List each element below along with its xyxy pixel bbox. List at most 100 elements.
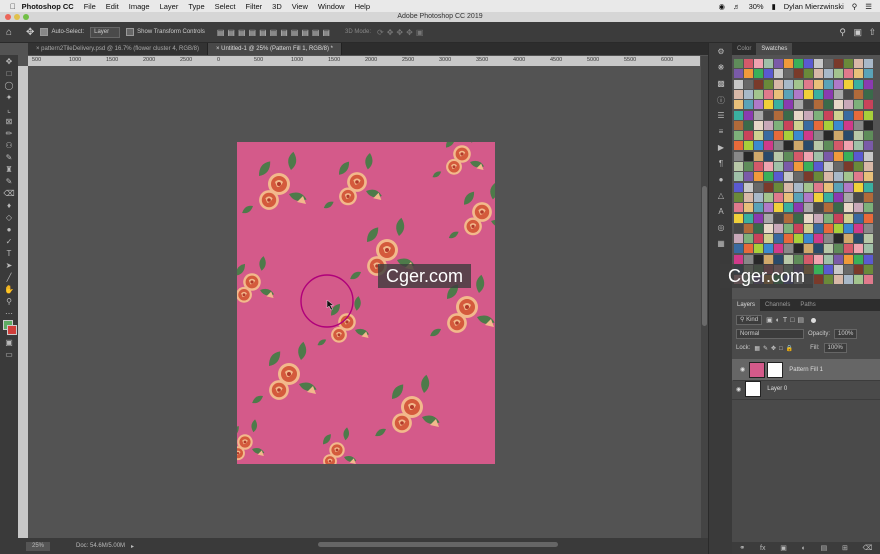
- swatch-cell[interactable]: [794, 182, 803, 192]
- swatch-cell[interactable]: [834, 254, 843, 264]
- swatch-cell[interactable]: [824, 131, 833, 141]
- swatch-cell[interactable]: [744, 172, 753, 182]
- swatch-cell[interactable]: [854, 192, 863, 202]
- swatch-cell[interactable]: [854, 79, 863, 89]
- swatch-cell[interactable]: [814, 162, 823, 171]
- swatch-cell[interactable]: [854, 275, 863, 285]
- swatch-cell[interactable]: [814, 234, 823, 244]
- swatch-cell[interactable]: [754, 79, 763, 89]
- swatch-cell[interactable]: [864, 79, 873, 89]
- swatch-cell[interactable]: [844, 100, 853, 110]
- swatch-cell[interactable]: [814, 151, 823, 161]
- swatch-cell[interactable]: [774, 120, 783, 130]
- filter-icons[interactable]: ▣◐T□▤: [766, 316, 807, 324]
- swatch-cell[interactable]: [824, 79, 833, 89]
- swatch-cell[interactable]: [744, 79, 753, 89]
- swatch-cell[interactable]: [784, 182, 793, 192]
- swatch-cell[interactable]: [854, 182, 863, 192]
- visibility-eye-icon[interactable]: ◉: [736, 386, 741, 393]
- swatch-cell[interactable]: [864, 265, 873, 274]
- brush-tool-icon[interactable]: ✎: [2, 152, 16, 163]
- learn-icon[interactable]: ⚙: [709, 47, 733, 59]
- swatch-cell[interactable]: [864, 234, 873, 244]
- swatch-cell[interactable]: [864, 275, 873, 285]
- swatch-cell[interactable]: [864, 203, 873, 213]
- tab-paths[interactable]: Paths: [795, 299, 820, 311]
- swatch-cell[interactable]: [754, 120, 763, 130]
- swatch-cell[interactable]: [834, 89, 843, 99]
- swatch-cell[interactable]: [734, 244, 743, 254]
- swatch-cell[interactable]: [764, 110, 773, 120]
- swatch-cell[interactable]: [824, 172, 833, 182]
- menu-type[interactable]: Type: [188, 2, 204, 11]
- swatch-cell[interactable]: [804, 244, 813, 254]
- swatch-cell[interactable]: [814, 89, 823, 99]
- swatch-cell[interactable]: [864, 254, 873, 264]
- channels-icon[interactable]: ≡: [709, 127, 733, 139]
- swatch-cell[interactable]: [784, 110, 793, 120]
- swatch-cell[interactable]: [774, 79, 783, 89]
- swatch-cell[interactable]: [754, 254, 763, 264]
- swatch-cell[interactable]: [774, 89, 783, 99]
- swatch-cell[interactable]: [774, 162, 783, 171]
- align-buttons[interactable]: ▤▤▤▤▤▤▤▤▤▤▤: [217, 28, 333, 37]
- swatch-cell[interactable]: [744, 182, 753, 192]
- swatch-cell[interactable]: [764, 213, 773, 223]
- swatch-cell[interactable]: [784, 192, 793, 202]
- swatch-cell[interactable]: [804, 100, 813, 110]
- swatch-cell[interactable]: [794, 254, 803, 264]
- swatch-cell[interactable]: [844, 182, 853, 192]
- swatch-cell[interactable]: [774, 192, 783, 202]
- swatch-cell[interactable]: [784, 172, 793, 182]
- zoom-tool-icon[interactable]: ⚲: [2, 296, 16, 307]
- swatch-cell[interactable]: [764, 120, 773, 130]
- swatch-cell[interactable]: [754, 141, 763, 151]
- frame-tool-icon[interactable]: ⊠: [2, 116, 16, 127]
- swatch-cell[interactable]: [744, 89, 753, 99]
- swatch-cell[interactable]: [754, 59, 763, 68]
- swatch-cell[interactable]: [814, 100, 823, 110]
- swatch-cell[interactable]: [834, 79, 843, 89]
- menu-layer[interactable]: Layer: [160, 2, 179, 11]
- swatch-cell[interactable]: [824, 141, 833, 151]
- swatch-cell[interactable]: [764, 100, 773, 110]
- swatch-cell[interactable]: [764, 234, 773, 244]
- menu-view[interactable]: View: [292, 2, 308, 11]
- swatch-cell[interactable]: [744, 59, 753, 68]
- swatch-cell[interactable]: [774, 182, 783, 192]
- swatch-cell[interactable]: [834, 244, 843, 254]
- swatch-cell[interactable]: [794, 110, 803, 120]
- swatch-cell[interactable]: [784, 141, 793, 151]
- swatch-cell[interactable]: [754, 162, 763, 171]
- screen-mode-icon[interactable]: ▭: [2, 349, 16, 360]
- swatch-cell[interactable]: [744, 192, 753, 202]
- fx-icon[interactable]: fx: [760, 545, 765, 552]
- swatch-cell[interactable]: [834, 131, 843, 141]
- swatch-cell[interactable]: [734, 69, 743, 79]
- swatch-cell[interactable]: [854, 100, 863, 110]
- search-icon[interactable]: ⚲: [852, 2, 858, 11]
- swatch-cell[interactable]: [794, 151, 803, 161]
- tab-color[interactable]: Color: [732, 43, 756, 55]
- swatch-cell[interactable]: [744, 110, 753, 120]
- swatch-cell[interactable]: [734, 110, 743, 120]
- blur-tool-icon[interactable]: ◇: [2, 212, 16, 223]
- swatch-cell[interactable]: [764, 172, 773, 182]
- move-tool-icon[interactable]: ✥: [2, 56, 16, 67]
- swatch-cell[interactable]: [834, 192, 843, 202]
- lock-icons[interactable]: ▦✎✥□🔒: [754, 345, 796, 352]
- swatch-cell[interactable]: [824, 89, 833, 99]
- swatch-cell[interactable]: [834, 59, 843, 68]
- swatch-cell[interactable]: [784, 151, 793, 161]
- swatch-cell[interactable]: [804, 120, 813, 130]
- minimize-window-button[interactable]: [14, 14, 20, 20]
- swatch-cell[interactable]: [864, 162, 873, 171]
- swatch-cell[interactable]: [834, 265, 843, 274]
- swatch-cell[interactable]: [754, 110, 763, 120]
- swatch-cell[interactable]: [774, 59, 783, 68]
- swatch-cell[interactable]: [774, 151, 783, 161]
- swatch-cell[interactable]: [824, 192, 833, 202]
- swatch-cell[interactable]: [794, 162, 803, 171]
- menu-help[interactable]: Help: [355, 2, 370, 11]
- swatch-cell[interactable]: [824, 213, 833, 223]
